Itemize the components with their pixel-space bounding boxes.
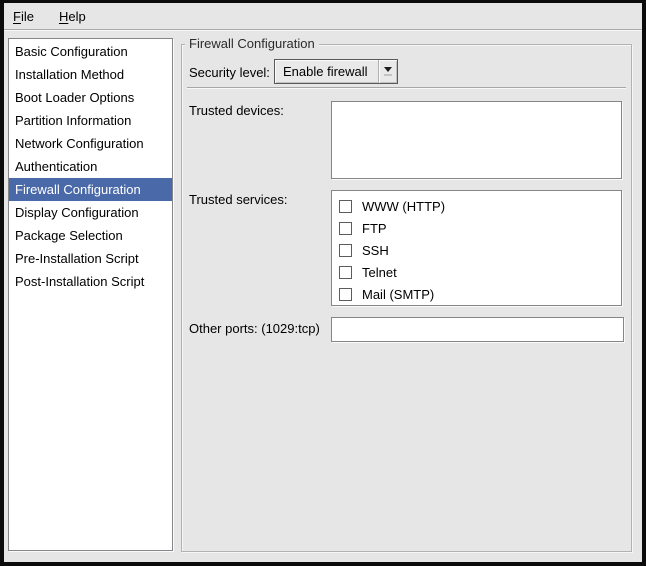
trusted-devices-label: Trusted devices:: [189, 103, 284, 119]
sidebar-item-basic-configuration[interactable]: Basic Configuration: [9, 40, 172, 63]
dropdown-arrow-icon: [378, 60, 397, 83]
sidebar-item-display-configuration[interactable]: Display Configuration: [9, 201, 172, 224]
trusted-services-list: WWW (HTTP) FTP SSH Telnet Mail (SMTP): [331, 190, 622, 306]
separator: [187, 87, 626, 89]
menu-help[interactable]: Help: [57, 7, 88, 26]
sidebar-item-pre-installation-script[interactable]: Pre-Installation Script: [9, 247, 172, 270]
checkbox-www-http[interactable]: [339, 200, 352, 213]
checkbox-ssh[interactable]: [339, 244, 352, 257]
service-label: Mail (SMTP): [362, 287, 434, 302]
sidebar-item-authentication[interactable]: Authentication: [9, 155, 172, 178]
service-row-telnet[interactable]: Telnet: [339, 261, 621, 283]
menu-bar: File Help: [4, 3, 642, 30]
section-list: Basic Configuration Installation Method …: [8, 38, 173, 551]
kickstart-configurator-window: File Help Basic Configuration Installati…: [0, 0, 646, 566]
service-row-www-http[interactable]: WWW (HTTP): [339, 195, 621, 217]
sidebar-item-firewall-configuration[interactable]: Firewall Configuration: [9, 178, 172, 201]
service-row-ftp[interactable]: FTP: [339, 217, 621, 239]
service-label: FTP: [362, 221, 387, 236]
checkbox-ftp[interactable]: [339, 222, 352, 235]
menu-file-accel: F: [13, 9, 21, 24]
sidebar-item-post-installation-script[interactable]: Post-Installation Script: [9, 270, 172, 293]
menu-help-rest: elp: [68, 9, 85, 24]
sidebar-item-partition-information[interactable]: Partition Information: [9, 109, 172, 132]
service-label: Telnet: [362, 265, 397, 280]
service-row-mail-smtp[interactable]: Mail (SMTP): [339, 283, 621, 305]
service-label: SSH: [362, 243, 389, 258]
sidebar-item-package-selection[interactable]: Package Selection: [9, 224, 172, 247]
trusted-devices-list[interactable]: [331, 101, 622, 179]
trusted-services-label: Trusted services:: [189, 192, 288, 208]
menu-file[interactable]: File: [11, 7, 36, 26]
security-level-value: Enable firewall: [275, 64, 378, 79]
menu-help-accel: H: [59, 9, 68, 24]
checkbox-mail-smtp[interactable]: [339, 288, 352, 301]
service-row-ssh[interactable]: SSH: [339, 239, 621, 261]
firewall-configuration-panel: Firewall Configuration Security level: E…: [181, 44, 632, 552]
checkbox-telnet[interactable]: [339, 266, 352, 279]
security-level-label: Security level:: [189, 65, 270, 81]
other-ports-label: Other ports: (1029:tcp): [189, 321, 320, 337]
panel-title: Firewall Configuration: [185, 36, 319, 51]
sidebar-item-installation-method[interactable]: Installation Method: [9, 63, 172, 86]
other-ports-input[interactable]: [331, 317, 624, 342]
service-label: WWW (HTTP): [362, 199, 445, 214]
menu-file-rest: ile: [21, 9, 34, 24]
security-level-dropdown[interactable]: Enable firewall: [274, 59, 398, 84]
sidebar-item-boot-loader-options[interactable]: Boot Loader Options: [9, 86, 172, 109]
sidebar-item-network-configuration[interactable]: Network Configuration: [9, 132, 172, 155]
